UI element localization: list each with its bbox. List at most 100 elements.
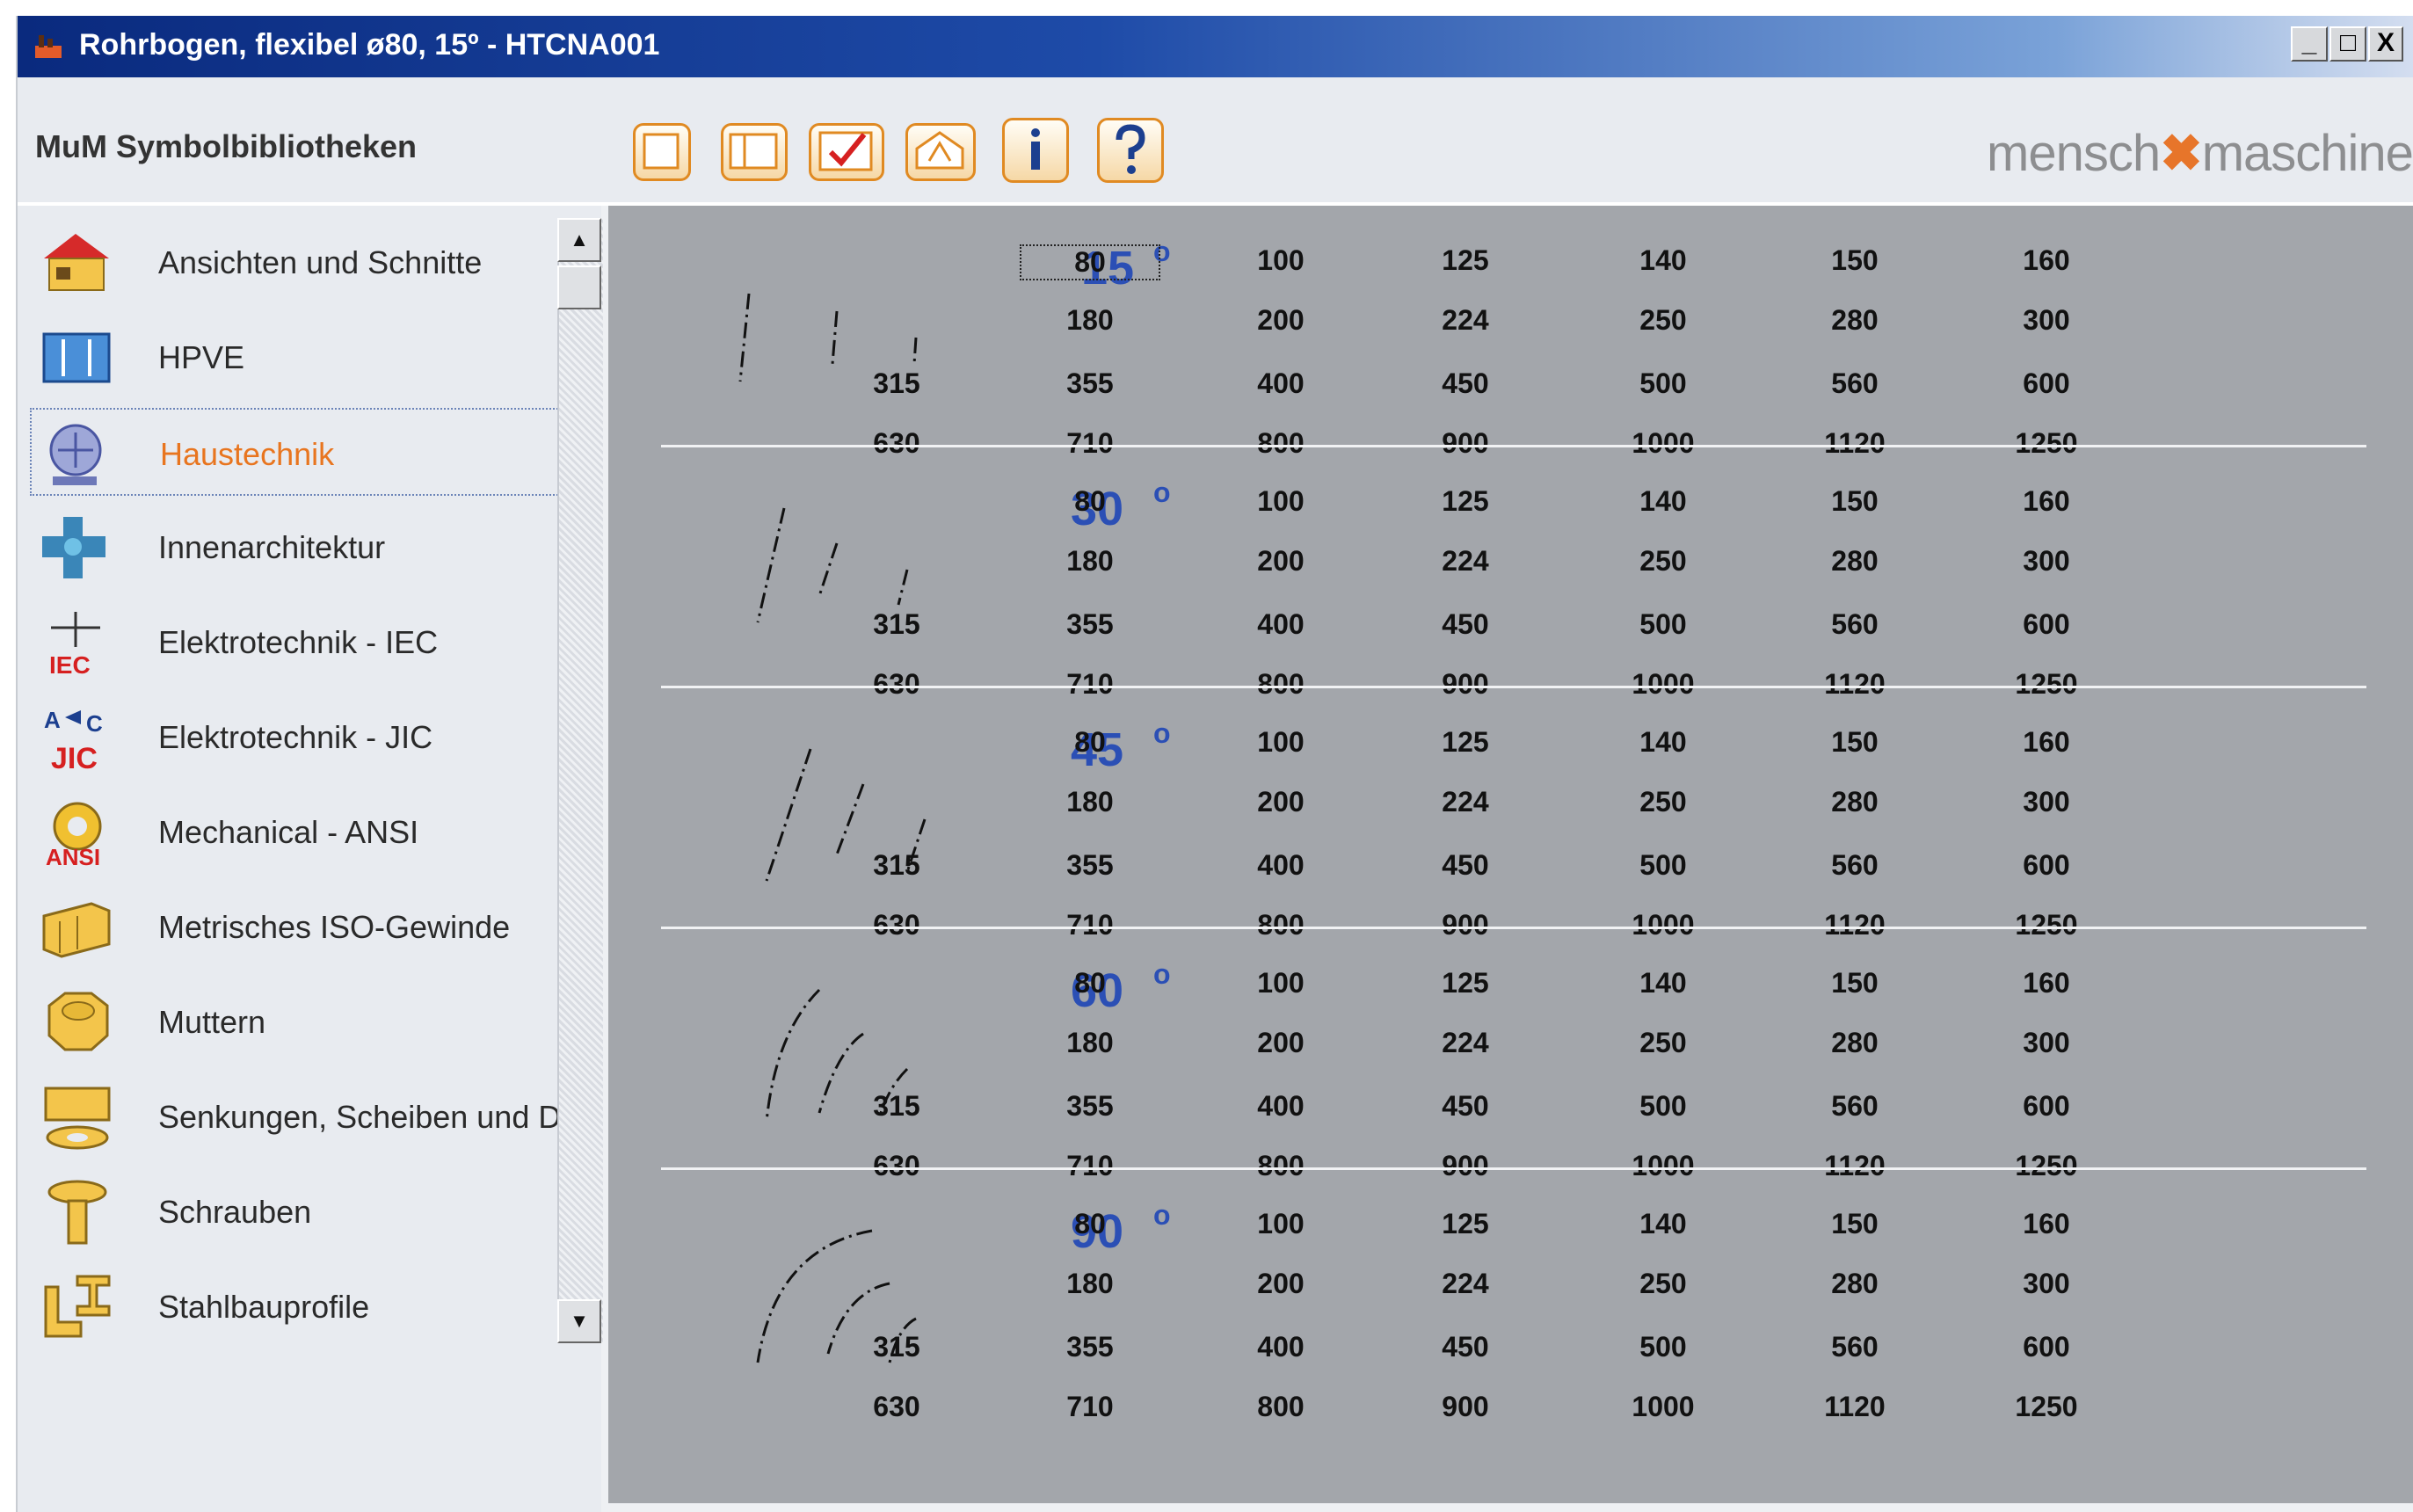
sidebar-item-iso-gewinde[interactable]: Metrisches ISO-Gewinde [30,883,568,970]
scroll-down-button[interactable]: ▼ [557,1299,601,1343]
size-cell[interactable]: 600 [1976,608,2117,641]
size-cell[interactable]: 600 [1976,849,2117,882]
scroll-thumb[interactable] [557,265,601,309]
size-cell[interactable]: 1250 [1976,1391,2117,1423]
size-cell[interactable]: 300 [1976,545,2117,578]
size-cell[interactable]: 300 [1976,304,2117,337]
size-cell[interactable]: 80 [1020,244,1160,280]
sidebar-item-senkungen[interactable]: Senkungen, Scheiben und Du [30,1072,578,1160]
view-single-button[interactable] [633,123,691,181]
size-cell[interactable]: 560 [1784,849,1925,882]
size-cell[interactable]: 140 [1593,726,1733,759]
size-cell[interactable]: 400 [1210,367,1351,400]
size-cell[interactable]: 200 [1210,786,1351,818]
size-cell[interactable]: 100 [1210,967,1351,1000]
size-cell[interactable]: 450 [1395,608,1536,641]
size-cell[interactable]: 140 [1593,967,1733,1000]
size-cell[interactable]: 180 [1020,1268,1160,1300]
size-cell[interactable]: 224 [1395,304,1536,337]
sidebar-item-elektro-iec[interactable]: IEC Elektrotechnik - IEC [30,598,568,686]
size-cell[interactable]: 125 [1395,244,1536,277]
size-cell[interactable]: 710 [1020,1391,1160,1423]
sidebar-item-ansichten[interactable]: Ansichten und Schnitte [30,218,568,306]
size-cell[interactable]: 160 [1976,1208,2117,1240]
size-cell[interactable]: 250 [1593,545,1733,578]
help-button[interactable] [1097,118,1164,183]
size-cell[interactable]: 450 [1395,367,1536,400]
maximize-button[interactable]: □ [2329,26,2366,62]
size-cell[interactable]: 630 [826,1391,967,1423]
size-cell[interactable]: 800 [1210,1391,1351,1423]
size-cell[interactable]: 280 [1784,545,1925,578]
size-cell[interactable]: 355 [1020,608,1160,641]
size-cell[interactable]: 180 [1020,304,1160,337]
size-cell[interactable]: 500 [1593,608,1733,641]
sidebar-item-innenarchitektur[interactable]: Innenarchitektur [30,503,568,591]
size-cell[interactable]: 315 [826,608,967,641]
size-cell[interactable]: 300 [1976,1268,2117,1300]
size-cell[interactable]: 1000 [1593,1391,1733,1423]
sidebar-item-muttern[interactable]: Muttern [30,978,568,1065]
size-cell[interactable]: 315 [826,367,967,400]
size-cell[interactable]: 100 [1210,485,1351,518]
size-cell[interactable]: 180 [1020,1027,1160,1059]
size-cell[interactable]: 150 [1784,967,1925,1000]
size-cell[interactable]: 150 [1784,726,1925,759]
size-cell[interactable]: 160 [1976,726,2117,759]
size-cell[interactable]: 300 [1976,786,2117,818]
sidebar-item-schrauben[interactable]: Schrauben [30,1167,568,1255]
info-button[interactable] [1002,118,1069,183]
size-cell[interactable]: 200 [1210,304,1351,337]
size-cell[interactable]: 150 [1784,485,1925,518]
sidebar-item-hpve[interactable]: HPVE [30,313,568,401]
size-cell[interactable]: 315 [826,1090,967,1123]
size-cell[interactable]: 450 [1395,1331,1536,1363]
sidebar-scrollbar[interactable] [557,218,603,1343]
size-cell[interactable]: 600 [1976,1331,2117,1363]
size-cell[interactable]: 160 [1976,967,2117,1000]
size-cell[interactable]: 450 [1395,849,1536,882]
size-cell[interactable]: 400 [1210,608,1351,641]
size-cell[interactable]: 355 [1020,849,1160,882]
size-cell[interactable]: 400 [1210,849,1351,882]
size-cell[interactable]: 160 [1976,244,2117,277]
size-cell[interactable]: 80 [1020,485,1160,518]
sidebar-item-mechanical-ansi[interactable]: ANSI Mechanical - ANSI [30,788,568,876]
size-cell[interactable]: 900 [1395,1391,1536,1423]
size-cell[interactable]: 560 [1784,367,1925,400]
size-cell[interactable]: 500 [1593,1331,1733,1363]
size-cell[interactable]: 80 [1020,1208,1160,1240]
title-bar[interactable]: Rohrbogen, flexibel ø80, 15º - HTCNA001 … [18,16,2413,77]
size-cell[interactable]: 600 [1976,367,2117,400]
size-cell[interactable]: 80 [1020,726,1160,759]
size-cell[interactable]: 450 [1395,1090,1536,1123]
size-cell[interactable]: 150 [1784,1208,1925,1240]
size-cell[interactable]: 180 [1020,786,1160,818]
size-cell[interactable]: 224 [1395,1027,1536,1059]
size-cell[interactable]: 100 [1210,244,1351,277]
size-cell[interactable]: 250 [1593,1268,1733,1300]
scroll-up-button[interactable]: ▲ [557,218,601,262]
size-cell[interactable]: 560 [1784,608,1925,641]
size-cell[interactable]: 140 [1593,244,1733,277]
sidebar-item-elektro-jic[interactable]: A C JIC Elektrotechnik - JIC [30,693,568,781]
insert-check-button[interactable] [809,123,884,181]
size-cell[interactable]: 80 [1020,967,1160,1000]
size-cell[interactable]: 100 [1210,726,1351,759]
size-cell[interactable]: 150 [1784,244,1925,277]
size-cell[interactable]: 224 [1395,545,1536,578]
size-cell[interactable]: 180 [1020,545,1160,578]
size-cell[interactable]: 280 [1784,1268,1925,1300]
size-cell[interactable]: 560 [1784,1090,1925,1123]
size-cell[interactable]: 300 [1976,1027,2117,1059]
sidebar-item-haustechnik[interactable]: Haustechnik [30,408,568,496]
size-cell[interactable]: 280 [1784,786,1925,818]
size-cell[interactable]: 355 [1020,1331,1160,1363]
size-cell[interactable]: 500 [1593,849,1733,882]
size-cell[interactable]: 600 [1976,1090,2117,1123]
size-cell[interactable]: 250 [1593,304,1733,337]
size-cell[interactable]: 100 [1210,1208,1351,1240]
size-cell[interactable]: 200 [1210,545,1351,578]
size-cell[interactable]: 500 [1593,1090,1733,1123]
size-cell[interactable]: 1120 [1784,1391,1925,1423]
